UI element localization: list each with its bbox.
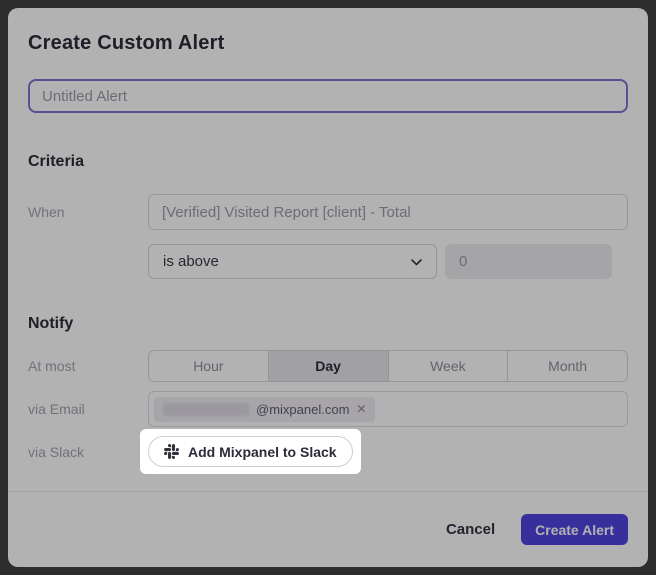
modal-footer: Cancel Create Alert [8,491,648,567]
condition-selected-value: is above [163,253,411,270]
email-label: via Email [28,401,148,417]
notify-heading: Notify [28,313,628,335]
metric-input[interactable] [148,194,628,230]
email-chip: @mixpanel.com ✕ [154,397,375,422]
frequency-segmented-control: Hour Day Week Month [148,350,628,382]
slack-label: via Slack [28,444,148,460]
email-row: via Email @mixpanel.com ✕ [28,391,628,427]
create-custom-alert-modal: Create Custom Alert Criteria When is abo… [8,8,648,567]
chevron-down-icon [411,253,422,270]
condition-row: is above [28,244,628,279]
add-mixpanel-to-slack-button[interactable]: Add Mixpanel to Slack [148,436,353,467]
slack-row: via Slack [28,429,628,474]
threshold-input[interactable] [445,244,612,279]
criteria-heading: Criteria [28,151,628,173]
tutorial-spotlight: Add Mixpanel to Slack [140,429,361,474]
create-alert-button[interactable]: Create Alert [521,514,628,545]
email-recipients-field[interactable]: @mixpanel.com ✕ [148,391,628,427]
cancel-button[interactable]: Cancel [446,521,495,538]
alert-name-input[interactable] [28,79,628,113]
slack-button-label: Add Mixpanel to Slack [188,444,337,460]
segment-month[interactable]: Month [507,351,627,381]
redacted-email-user [163,403,249,416]
slack-icon [164,444,179,459]
condition-select[interactable]: is above [148,244,437,279]
segment-week[interactable]: Week [388,351,508,381]
segment-day[interactable]: Day [268,351,388,381]
frequency-label: At most [28,358,148,374]
when-label: When [28,204,148,220]
frequency-row: At most Hour Day Week Month [28,350,628,382]
when-row: When [28,194,628,230]
modal-title: Create Custom Alert [28,30,628,56]
segment-hour[interactable]: Hour [149,351,268,381]
email-domain: @mixpanel.com [256,402,349,417]
remove-email-icon[interactable]: ✕ [356,403,366,415]
